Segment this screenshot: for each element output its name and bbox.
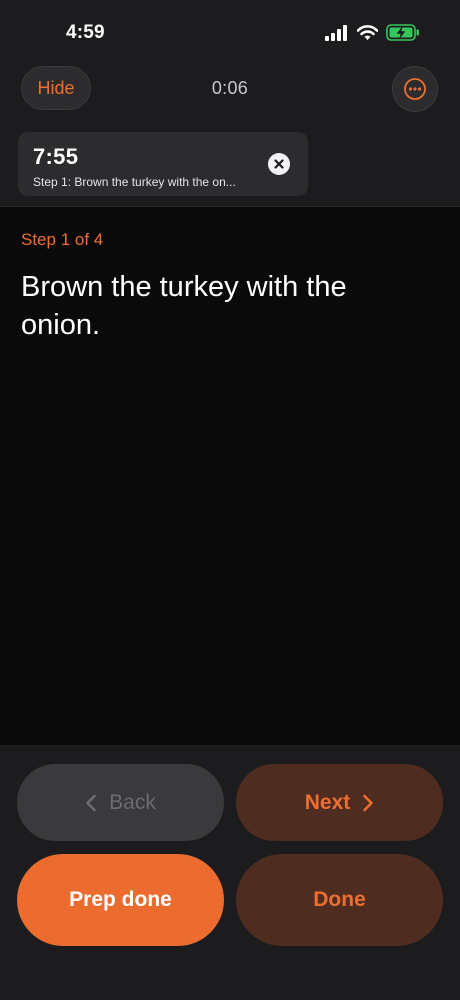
top-region: 4:59 Hide 0:06 7:55 Step 1: Brown the tu… <box>0 0 460 207</box>
timer-time: 7:55 <box>33 144 79 169</box>
hide-button[interactable]: Hide <box>21 66 91 110</box>
close-icon <box>274 159 284 169</box>
step-instruction: Brown the turkey with the onion. <box>21 271 347 341</box>
timer-label: Step 1: Brown the turkey with the on... <box>33 175 236 189</box>
elapsed-time: 0:06 <box>211 78 249 98</box>
done-button[interactable]: Done <box>236 854 443 946</box>
cook-mode-screen: 4:59 Hide 0:06 7:55 Step 1: Brown the tu… <box>0 0 460 1000</box>
prep-done-button[interactable]: Prep done <box>17 854 224 946</box>
status-icons <box>325 24 420 41</box>
timer-close-button[interactable] <box>268 153 290 175</box>
status-bar: 4:59 <box>0 0 460 60</box>
status-time: 4:59 <box>66 22 105 43</box>
chevron-left-icon <box>86 794 96 811</box>
next-label: Next <box>304 790 351 814</box>
step-controls: Back Next Prep done Done <box>0 745 460 1000</box>
back-label: Back <box>109 790 156 814</box>
step-indicator: Step 1 of 4 <box>21 230 104 249</box>
next-button[interactable]: Next <box>236 764 443 841</box>
battery-charging-icon <box>386 24 419 41</box>
wifi-icon <box>357 24 378 40</box>
signal-icon <box>325 24 347 41</box>
ellipsis-circle-icon <box>404 78 426 100</box>
back-button[interactable]: Back <box>17 764 224 841</box>
timer-card[interactable]: 7:55 Step 1: Brown the turkey with the o… <box>18 132 308 196</box>
more-button[interactable] <box>392 66 438 112</box>
chevron-right-icon <box>363 794 374 811</box>
